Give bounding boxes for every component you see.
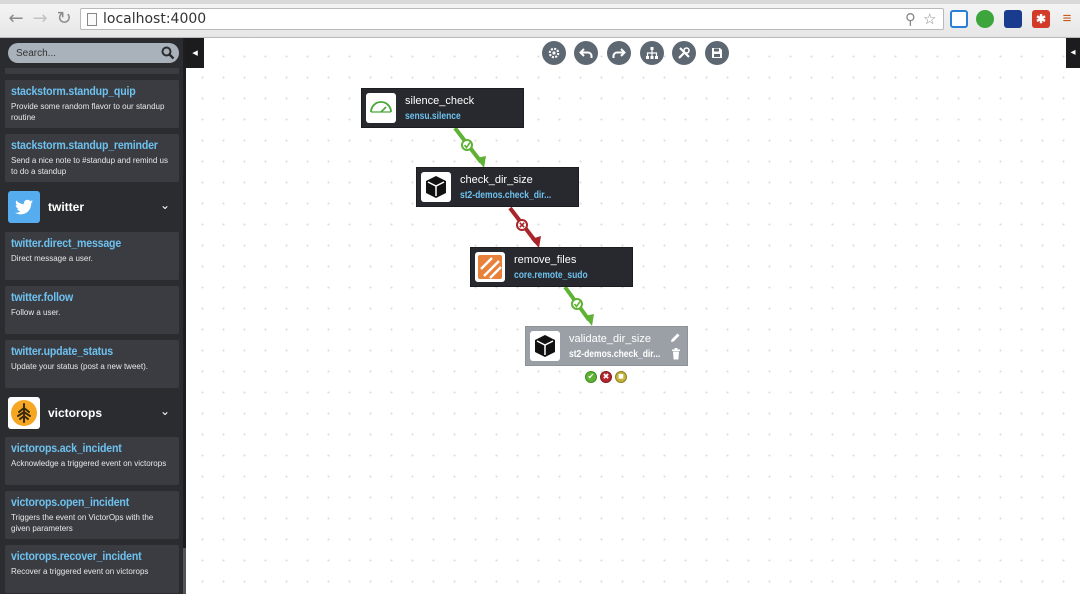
node-action-ref: st2-demos.check_dir... xyxy=(569,349,661,360)
node-title: silence_check xyxy=(405,95,475,107)
failure-port[interactable]: ✖ xyxy=(600,371,612,383)
trash-icon[interactable] xyxy=(671,348,681,360)
gauge-icon xyxy=(366,93,396,123)
success-port[interactable]: ✔ xyxy=(585,371,597,383)
core-icon xyxy=(475,252,505,282)
node-action-ref: core.remote_sudo xyxy=(514,270,588,281)
workflow-edges xyxy=(453,126,594,326)
node-action-ref: sensu.silence xyxy=(405,111,461,122)
node-title: remove_files xyxy=(514,254,577,266)
edge-success-2[interactable] xyxy=(563,285,594,326)
complete-port[interactable]: ■ xyxy=(615,371,627,383)
node-action-ref: st2-demos.check_dir... xyxy=(460,190,552,201)
edge-success-1[interactable] xyxy=(453,126,486,168)
task-node-remove-files[interactable]: remove_files core.remote_sudo xyxy=(470,247,633,287)
task-node-check-dir-size[interactable]: check_dir_size st2-demos.check_dir... xyxy=(416,167,579,207)
pencil-icon[interactable] xyxy=(670,332,681,343)
edge-failure[interactable] xyxy=(508,206,541,248)
cube-icon xyxy=(530,331,560,361)
cube-icon xyxy=(421,172,451,202)
node-title: validate_dir_size xyxy=(569,333,651,345)
node-title: check_dir_size xyxy=(460,174,533,186)
task-node-silence-check[interactable]: silence_check sensu.silence xyxy=(361,88,524,128)
task-node-validate-dir-size[interactable]: validate_dir_size st2-demos.check_dir... xyxy=(525,326,688,366)
